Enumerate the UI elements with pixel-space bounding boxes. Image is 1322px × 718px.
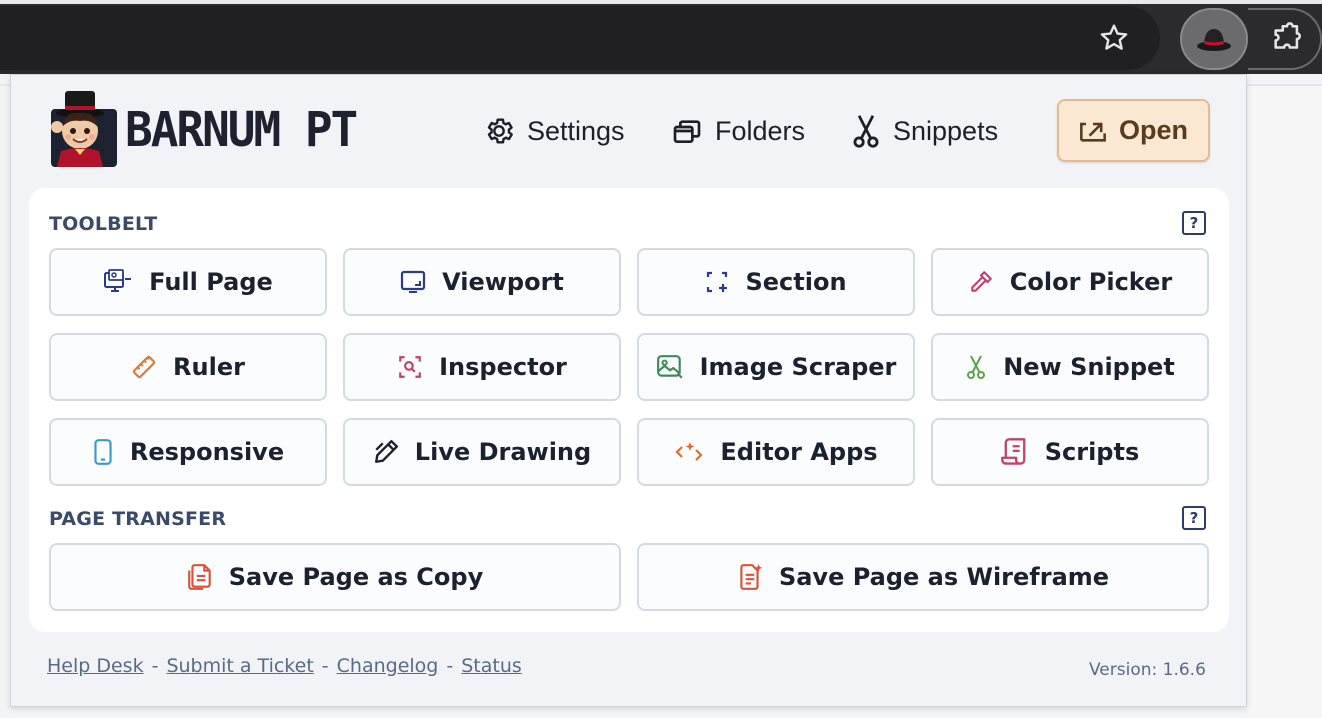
- nav-settings[interactable]: Settings: [483, 109, 625, 153]
- transfer-label: Save Page as Wireframe: [778, 563, 1110, 591]
- page-transfer-label: PAGE TRANSFER: [49, 508, 227, 530]
- tool-label: Scripts: [1044, 438, 1140, 466]
- tool-live-drawing[interactable]: Live Drawing: [343, 418, 621, 486]
- tool-label: Ruler: [173, 353, 245, 381]
- logo: BARNUM PT: [47, 89, 358, 169]
- tool-label: Section: [745, 268, 847, 296]
- tool-viewport[interactable]: Viewport: [343, 248, 621, 316]
- extension-popup: BARNUM PT Settings Folders Snippets Open: [10, 74, 1247, 707]
- nav-label-settings: Settings: [527, 115, 625, 146]
- code-icon: [675, 442, 703, 461]
- logo-text: BARNUM PT: [125, 100, 358, 158]
- scroll-icon: [1000, 438, 1026, 465]
- tool-ruler[interactable]: Ruler: [49, 333, 327, 401]
- nav-label-snippets: Snippets: [893, 115, 999, 146]
- gear-icon: [487, 118, 513, 144]
- tool-scripts[interactable]: Scripts: [931, 418, 1209, 486]
- tool-full-page[interactable]: Full Page: [49, 248, 327, 316]
- image-icon: [656, 355, 683, 379]
- page-transfer-help-icon[interactable]: ?: [1182, 506, 1206, 530]
- tool-label: Live Drawing: [414, 438, 592, 466]
- popup-header: BARNUM PT Settings Folders Snippets Open: [11, 75, 1246, 187]
- wireframe-doc-icon: [740, 564, 763, 590]
- scissors-icon: [853, 115, 879, 148]
- section-icon: [707, 271, 728, 293]
- tool-section[interactable]: Section: [637, 248, 915, 316]
- hat-icon[interactable]: [1180, 8, 1248, 70]
- toolbelt-help-icon[interactable]: ?: [1182, 211, 1206, 235]
- folders-icon: [673, 120, 701, 143]
- footer-links: Help Desk - Submit a Ticket - Changelog …: [47, 655, 522, 677]
- nav-item-folders[interactable]: Folders: [671, 115, 805, 147]
- nav-item-settings[interactable]: Settings: [483, 115, 625, 147]
- tool-inspector[interactable]: Inspector: [343, 333, 621, 401]
- inspector-icon: [399, 356, 421, 378]
- copy-doc-icon: [187, 564, 211, 590]
- tool-label: Color Picker: [1009, 268, 1173, 296]
- pen-icon: [374, 439, 398, 463]
- nav-snippets[interactable]: Snippets: [851, 109, 998, 153]
- nav-label-folders: Folders: [715, 115, 806, 146]
- tool-responsive[interactable]: Responsive: [49, 418, 327, 486]
- tool-label: New Snippet: [1003, 353, 1175, 381]
- toolbelt-label: TOOLBELT: [49, 213, 158, 235]
- open-external-icon: [1080, 122, 1106, 142]
- open-button-label: Open: [1118, 115, 1188, 145]
- version-text: Version: 1.6.6: [1089, 660, 1206, 680]
- save-page-as-copy-button[interactable]: Save Page as Copy: [49, 543, 621, 611]
- footer-separator: -: [151, 655, 159, 677]
- phone-icon: [94, 439, 112, 465]
- page-background: [1248, 86, 1322, 718]
- tool-label: Editor Apps: [720, 438, 878, 466]
- scissors-icon: [967, 355, 986, 379]
- footer-separator: -: [321, 655, 329, 677]
- full-page-icon: [104, 269, 132, 292]
- tool-label: Inspector: [439, 353, 567, 381]
- nav-folders[interactable]: Folders: [671, 109, 805, 153]
- changelog-link[interactable]: Changelog: [337, 655, 439, 677]
- submit-ticket-link[interactable]: Submit a Ticket: [166, 655, 313, 677]
- nav-item-snippets[interactable]: Snippets: [851, 113, 998, 149]
- tab-strip-edge: [0, 0, 1322, 4]
- browser-toolbar: [0, 0, 1322, 74]
- footer-separator: -: [446, 655, 454, 677]
- tool-image-scraper[interactable]: Image Scraper: [637, 333, 915, 401]
- open-button[interactable]: Open: [1057, 99, 1210, 162]
- save-page-as-wireframe-button[interactable]: Save Page as Wireframe: [637, 543, 1209, 611]
- tool-new-snippet[interactable]: New Snippet: [931, 333, 1209, 401]
- tools-card: TOOLBELT ? Full Page Viewport Section Co…: [29, 188, 1229, 632]
- ruler-icon: [132, 355, 156, 379]
- tool-label: Responsive: [129, 438, 285, 466]
- address-bar[interactable]: [0, 6, 1160, 70]
- transfer-label: Save Page as Copy: [228, 563, 484, 591]
- eyedropper-icon: [971, 271, 992, 292]
- tool-color-picker[interactable]: Color Picker: [931, 248, 1209, 316]
- tool-editor-apps[interactable]: Editor Apps: [637, 418, 915, 486]
- tool-label: Full Page: [149, 268, 273, 296]
- tool-label: Image Scraper: [699, 353, 897, 381]
- mascot-icon: [51, 91, 117, 167]
- puzzle-icon[interactable]: [1262, 14, 1312, 64]
- status-link[interactable]: Status: [461, 655, 522, 677]
- tool-label: Viewport: [442, 268, 564, 296]
- help-desk-link[interactable]: Help Desk: [47, 655, 144, 677]
- viewport-icon: [400, 270, 426, 293]
- star-icon[interactable]: [1096, 20, 1132, 56]
